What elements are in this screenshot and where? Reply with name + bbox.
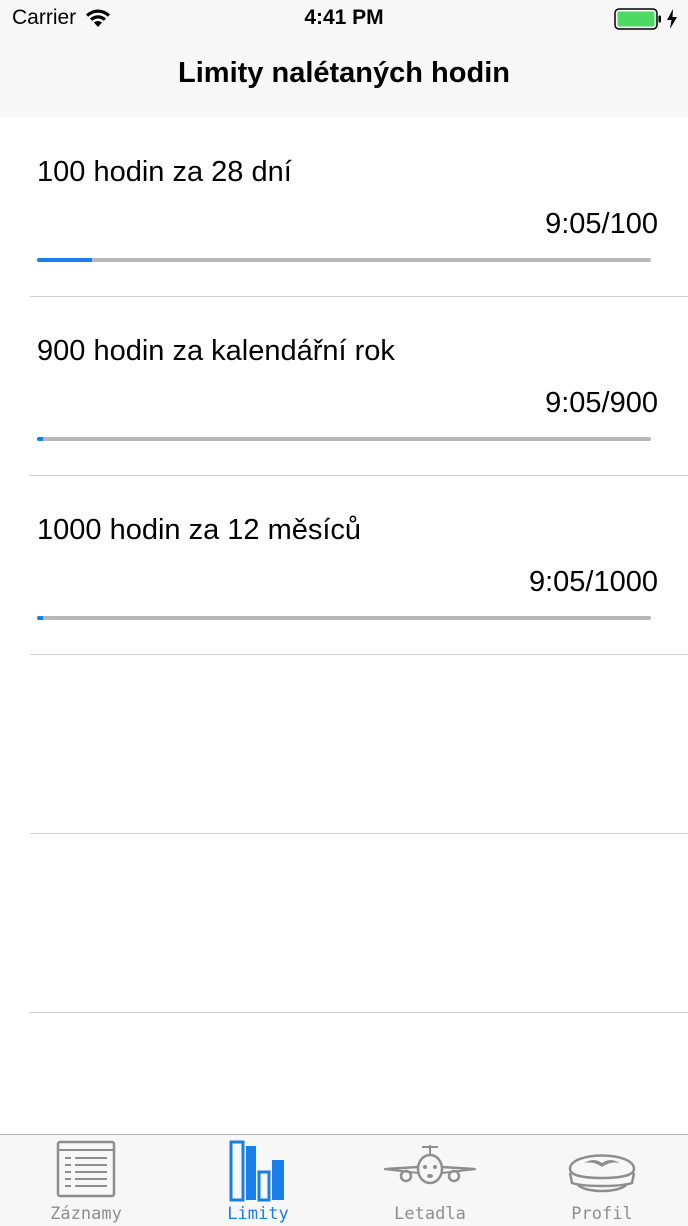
progress-bar	[37, 437, 651, 441]
limits-list: 100 hodin za 28 dní 9:05/100 900 hodin z…	[0, 118, 688, 1013]
tab-label: Záznamy	[50, 1204, 122, 1224]
limit-value: 9:05/1000	[528, 566, 658, 598]
battery	[614, 8, 678, 30]
progress-fill	[37, 258, 93, 262]
battery-icon	[614, 8, 661, 30]
tab-label: Letadla	[394, 1204, 466, 1224]
empty-row	[30, 655, 688, 834]
limit-title: 100 hodin za 28 dní	[37, 156, 292, 188]
limit-row-calendar-year[interactable]: 900 hodin za kalendářní rok 9:05/900	[30, 297, 688, 476]
progress-bar	[37, 616, 651, 620]
tab-letadla[interactable]: Letadla	[344, 1135, 516, 1226]
tab-label: Profil	[571, 1204, 633, 1224]
bar-chart-icon	[229, 1140, 284, 1202]
empty-row	[30, 834, 688, 1013]
status-bar: Carrier 4:41 PM	[0, 0, 688, 40]
list-icon	[56, 1140, 116, 1198]
page-title: Limity nalétaných hodin	[178, 57, 510, 89]
limit-title: 1000 hodin za 12 měsíců	[37, 514, 362, 546]
limit-row-28-days[interactable]: 100 hodin za 28 dní 9:05/100	[30, 118, 688, 297]
progress-fill	[37, 437, 44, 441]
limit-value: 9:05/100	[545, 208, 658, 240]
limit-title: 900 hodin za kalendářní rok	[37, 335, 395, 367]
charging-bolt-icon	[667, 9, 677, 29]
airplane-icon	[383, 1145, 477, 1185]
tab-zaznamy[interactable]: Záznamy	[0, 1135, 172, 1226]
status-time: 4:41 PM	[304, 6, 384, 29]
tab-bar: Záznamy Limity Letadla Profil	[0, 1134, 688, 1226]
progress-bar	[37, 258, 651, 262]
limit-row-12-months[interactable]: 1000 hodin za 12 měsíců 9:05/1000	[30, 476, 688, 655]
limit-value: 9:05/900	[545, 387, 658, 419]
tab-limity[interactable]: Limity	[172, 1135, 344, 1226]
progress-fill	[37, 616, 43, 620]
top-bar: Carrier 4:41 PM Limity nalétaných hodin	[0, 0, 688, 118]
tab-label: Limity	[227, 1204, 289, 1224]
pilot-cap-icon	[568, 1154, 636, 1193]
tab-profil[interactable]: Profil	[516, 1135, 688, 1226]
